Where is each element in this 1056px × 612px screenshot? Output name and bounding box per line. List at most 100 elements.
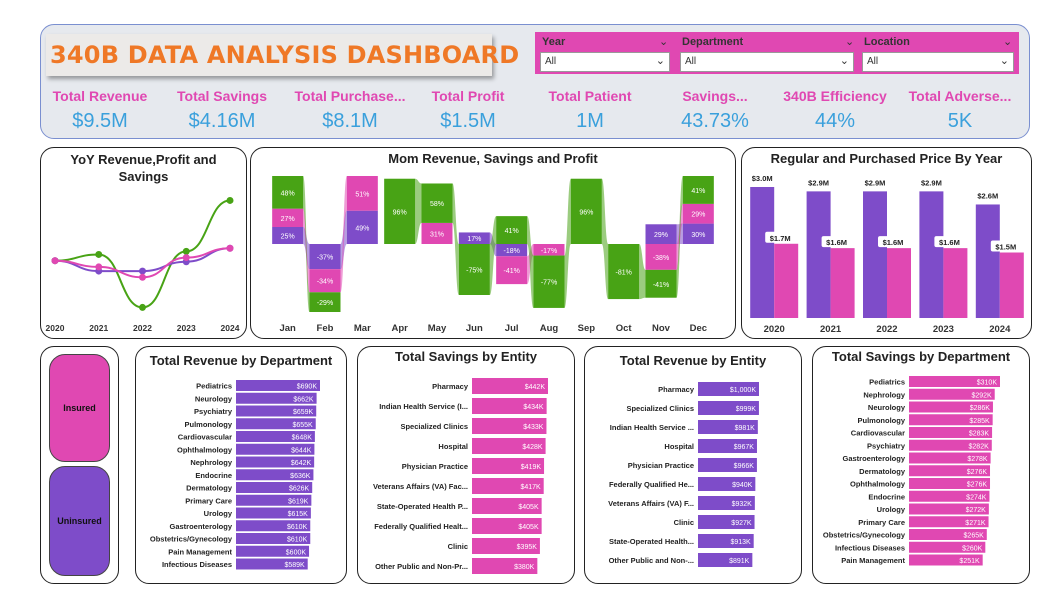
price-data-label: $2.6M xyxy=(977,191,998,200)
mom-data-label: -34% xyxy=(317,279,333,286)
hbar-category-label: Primary Care xyxy=(858,518,905,527)
hbar-data-label: $405K xyxy=(518,524,539,531)
hbar-data-label: $648K xyxy=(292,435,313,442)
mom-x-tick-label: Aug xyxy=(540,323,559,334)
filter-bar: Year ⌄ All ⌄ Department ⌄ All ⌄ Location… xyxy=(535,32,1019,74)
hbar-data-label: $282K xyxy=(969,443,990,450)
hbar-category-label: Urology xyxy=(204,509,233,518)
filter-year: Year ⌄ All ⌄ xyxy=(535,32,675,74)
yoy-point-0-4 xyxy=(226,196,234,204)
savings-dept-bar-chart: Pediatrics $310K Nephrology $292K Neurology $… xyxy=(823,376,1000,566)
hbar-data-label: $913K xyxy=(730,539,751,546)
mom-x-tick-label: Jul xyxy=(505,323,519,334)
mom-x-tick-label: Nov xyxy=(652,323,671,334)
yoy-chart-card: YoY Revenue,Profit and Savings 2020 2021 2… xyxy=(40,147,247,339)
insured-button[interactable]: Insured xyxy=(49,354,110,462)
price-bar-0-0 xyxy=(750,187,775,318)
hbar-category-label: Federally Qualified He... xyxy=(609,480,694,489)
hbar-data-label: $619K xyxy=(288,498,309,505)
mom-ribbon-2-9 xyxy=(639,244,646,300)
hbar-data-label: $274K xyxy=(966,494,987,501)
hbar-data-label: $272K xyxy=(966,507,987,514)
hbar-data-label: $260K xyxy=(962,545,983,552)
hbar-category-label: Hospital xyxy=(438,442,468,451)
mom-data-label: 58% xyxy=(430,201,444,208)
hbar-data-label: $981K xyxy=(735,425,756,432)
hbar-category-label: Cardiovascular xyxy=(851,429,905,438)
yoy-x-tick-label: 2023 xyxy=(177,323,196,333)
hbar-data-label: $615K xyxy=(288,511,309,518)
hbar-category-label: Pain Management xyxy=(168,547,232,556)
mom-x-tick-label: Jan xyxy=(279,323,296,334)
hbar-category-label: Neurology xyxy=(195,394,233,403)
mom-ribbon-chart: 25% 27% 48% -37% -34% -29% 49% 51% 96% 31% 58% 17% -… xyxy=(272,176,714,334)
mom-data-label: 29% xyxy=(654,232,668,239)
filter-department-label: Department xyxy=(682,36,744,48)
price-chart-card: Regular and Purchased Price By Year $3.0… xyxy=(741,147,1032,339)
hbar-data-label: $419K xyxy=(521,464,542,471)
hbar-category-label: Pediatrics xyxy=(869,378,905,387)
yoy-point-2-1 xyxy=(95,263,103,271)
mom-data-label: 30% xyxy=(691,232,705,239)
hbar-data-label: $1,000K xyxy=(730,387,756,394)
hbar-data-label: $927K xyxy=(731,520,752,527)
department-select[interactable]: All ⌄ xyxy=(680,52,854,72)
uninsured-button[interactable]: Uninsured xyxy=(49,466,110,576)
mom-data-label: -17% xyxy=(541,248,557,255)
hbar-category-label: Obstetrics/Gynecology xyxy=(150,535,233,544)
kpi-total-purchase-value: $8.1M xyxy=(322,110,378,132)
location-select[interactable]: All ⌄ xyxy=(862,52,1014,72)
hbar-category-label: Ophthalmology xyxy=(850,480,906,489)
yoy-point-2-3 xyxy=(182,254,190,262)
hbar-data-label: $442K xyxy=(525,384,546,391)
chevron-down-icon: ⌄ xyxy=(655,55,665,67)
chevron-down-icon[interactable]: ⌄ xyxy=(845,35,854,48)
yoy-line-chart: 2020 2021 2022 2023 2024 xyxy=(46,196,240,333)
price-bar-1-4 xyxy=(999,252,1024,318)
mom-ribbon-2-4 xyxy=(452,183,459,295)
price-x-tick-label: 2022 xyxy=(876,324,897,335)
hbar-data-label: $251K xyxy=(959,558,980,565)
kpi-total-revenue-value: $9.5M xyxy=(72,110,128,132)
price-data-label: $2.9M xyxy=(808,178,829,187)
yoy-point-0-1 xyxy=(95,250,103,258)
hbar-data-label: $433K xyxy=(523,424,544,431)
hbar-data-label: $589K xyxy=(284,562,305,569)
mom-x-tick-label: Feb xyxy=(317,323,334,334)
mom-data-label: -29% xyxy=(317,300,333,307)
mom-data-label: 96% xyxy=(393,209,407,216)
mom-data-label: 48% xyxy=(281,190,295,197)
yoy-point-2-2 xyxy=(139,273,146,281)
hbar-data-label: $276K xyxy=(967,469,988,476)
chevron-down-icon[interactable]: ⌄ xyxy=(1003,35,1012,48)
hbar-category-label: Hospital xyxy=(664,442,694,451)
hbar-category-label: Dermatology xyxy=(859,467,906,476)
hbar-category-label: Nephrology xyxy=(190,458,232,467)
revenue-entity-bar-chart: Pharmacy $1,000K Specialized Clinics $999K I… xyxy=(608,382,759,567)
price-data-label: $2.9M xyxy=(865,178,886,187)
mom-data-label: -81% xyxy=(615,270,631,277)
mom-data-label: 96% xyxy=(579,209,593,216)
hbar-data-label: $610K xyxy=(287,537,308,544)
kpi-total-adverse-value: 5K xyxy=(947,110,973,132)
mom-ribbon-2-8 xyxy=(601,178,609,300)
hbar-category-label: Dermatology xyxy=(186,484,233,493)
mom-data-label: -75% xyxy=(466,268,482,275)
hbar-category-label: Gastroenterology xyxy=(169,522,232,531)
mom-data-label: 41% xyxy=(505,228,519,235)
mom-data-label: 31% xyxy=(430,231,444,238)
year-select[interactable]: All ⌄ xyxy=(540,52,670,72)
hbar-category-label: Pulmonology xyxy=(185,420,233,429)
mom-data-label: -38% xyxy=(653,255,669,262)
mom-data-label: 49% xyxy=(355,225,369,232)
mom-x-tick-label: May xyxy=(428,323,447,334)
yoy-x-tick-label: 2024 xyxy=(221,323,240,333)
mom-data-label: -41% xyxy=(503,268,519,275)
chevron-down-icon[interactable]: ⌄ xyxy=(659,35,668,48)
hbar-category-label: Obstetrics/Gynecology xyxy=(823,531,906,540)
price-data-label: $2.9M xyxy=(921,178,942,187)
hbar-data-label: $659K xyxy=(293,409,314,416)
hbar-data-label: $310K xyxy=(977,380,998,387)
revenue-dept-card: Total Revenue by Department Pediatrics $6… xyxy=(135,346,347,584)
kpi-total-savings-value: $4.16M xyxy=(188,110,256,132)
